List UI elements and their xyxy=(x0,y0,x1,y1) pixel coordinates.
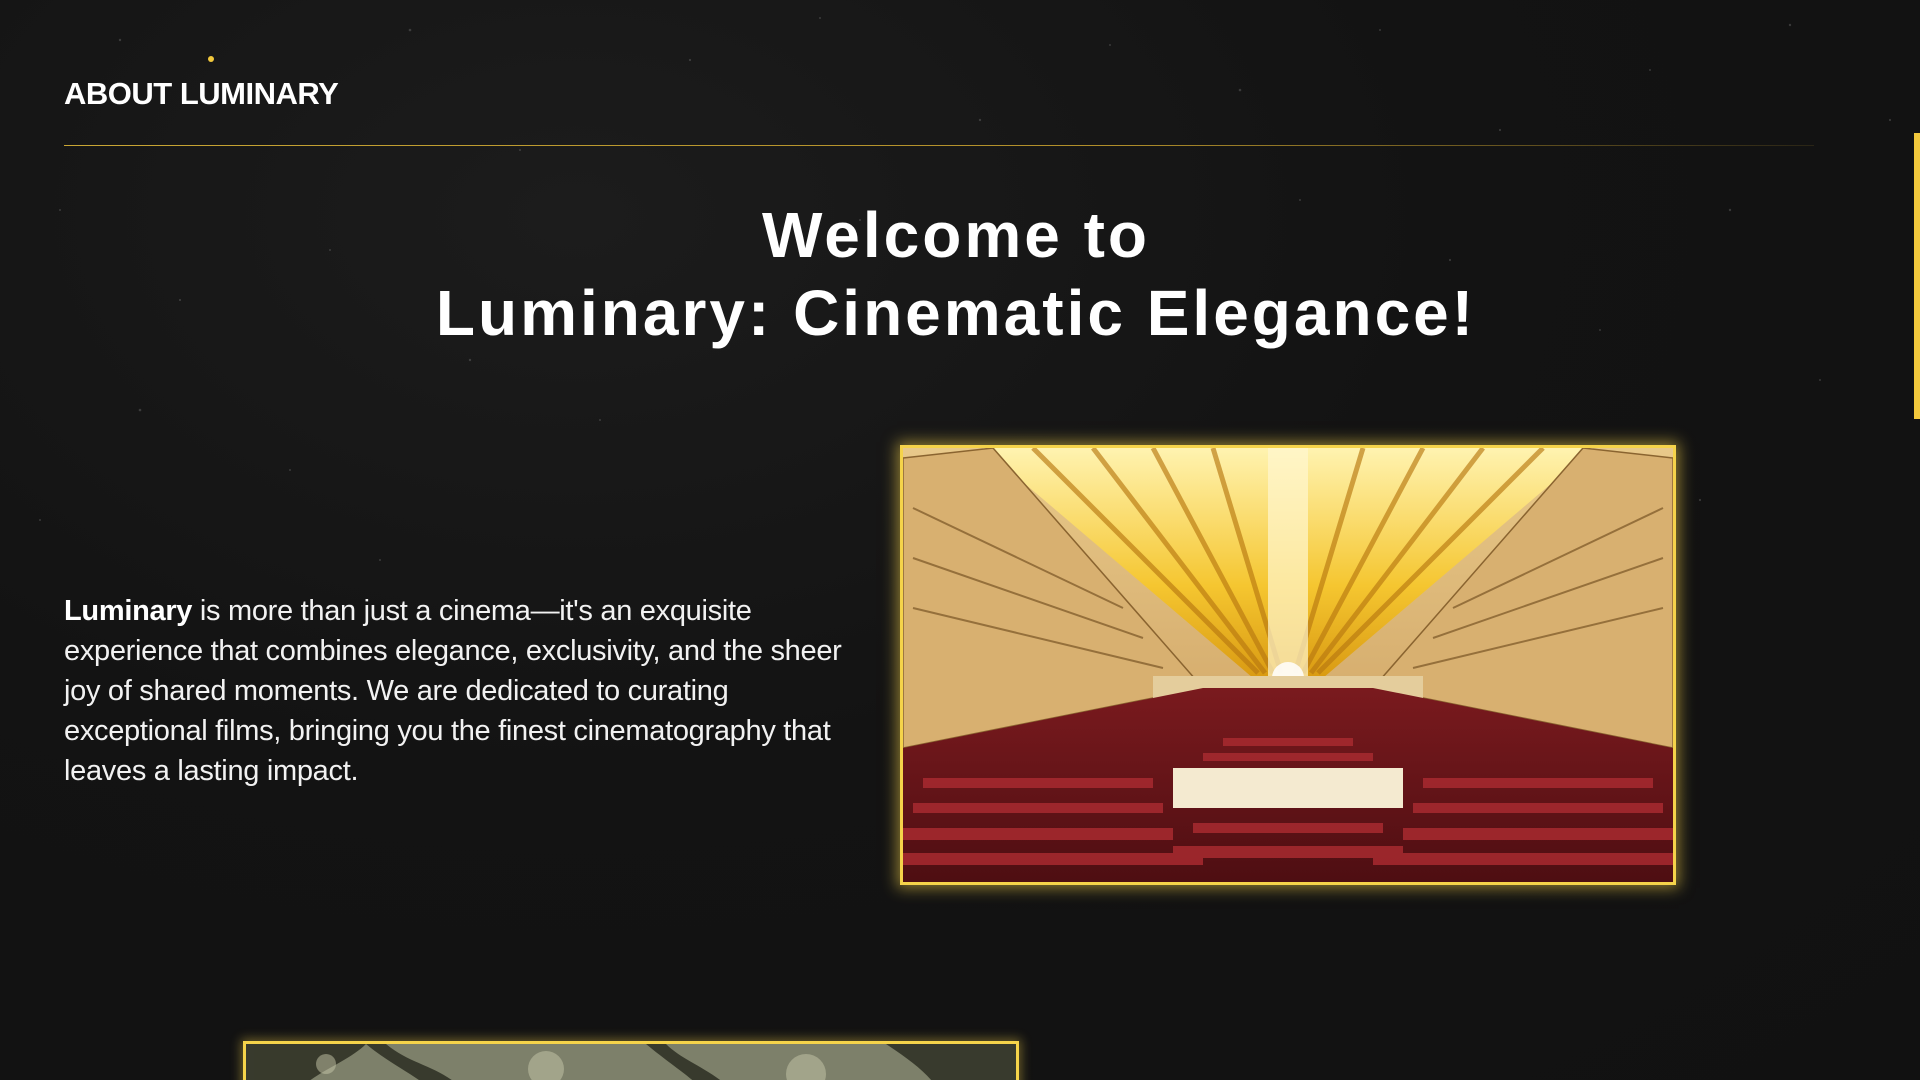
auditorium-photo xyxy=(900,445,1676,885)
auditorium-illustration xyxy=(903,448,1673,882)
trees-illustration xyxy=(246,1044,1016,1080)
section-title: ABOUT LUMINARY xyxy=(64,76,339,111)
intro-paragraph: Luminary is more than just a cinema—it's… xyxy=(64,591,844,791)
headline-line-1: Welcome to xyxy=(762,199,1150,271)
header-divider xyxy=(64,145,1814,146)
headline-line-2: Luminary: Cinematic Elegance! xyxy=(435,277,1477,349)
welcome-headline: Welcome to Luminary: Cinematic Elegance! xyxy=(0,196,1912,352)
trees-photo xyxy=(243,1041,1019,1080)
scroll-indicator[interactable] xyxy=(1914,133,1920,419)
about-page: ABOUT LUMINARY Welcome to Luminary: Cine… xyxy=(0,0,1920,1080)
intro-brand: Luminary xyxy=(64,595,193,627)
section-header: ABOUT LUMINARY xyxy=(64,56,1814,146)
header-dot-icon xyxy=(208,56,214,62)
